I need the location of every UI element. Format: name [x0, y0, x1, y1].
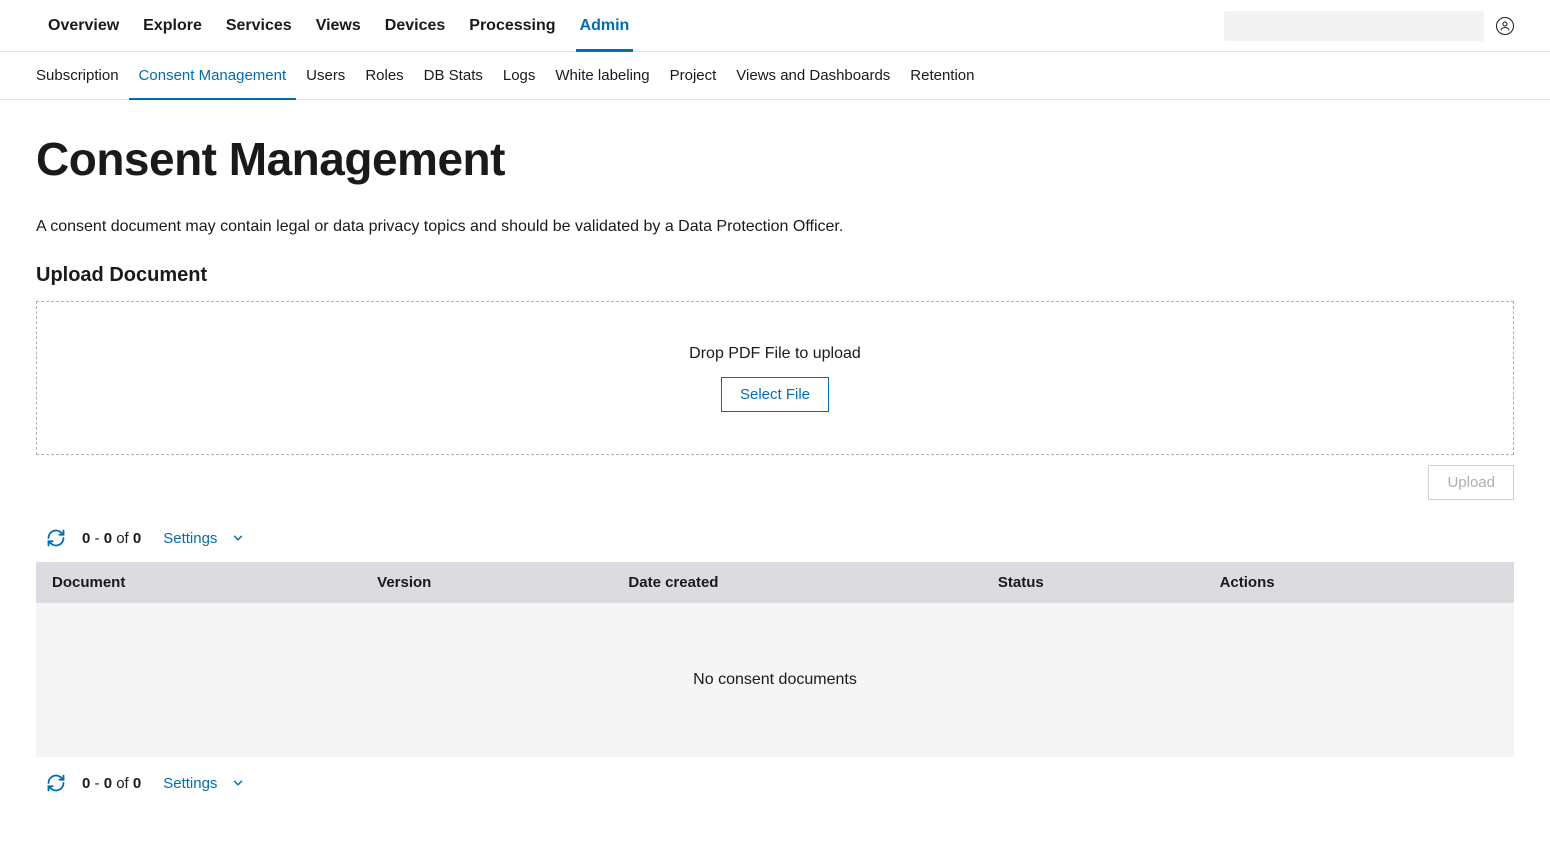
settings-label: Settings — [163, 530, 217, 547]
subnav-project[interactable]: Project — [660, 52, 727, 100]
nav-devices[interactable]: Devices — [373, 0, 458, 52]
col-status: Status — [982, 562, 1204, 603]
dropzone-text: Drop PDF File to upload — [689, 345, 861, 363]
refresh-icon[interactable] — [46, 528, 66, 548]
user-label-redacted — [1224, 11, 1484, 41]
pager-sep: - — [95, 530, 104, 547]
subnav-subscription[interactable]: Subscription — [36, 52, 129, 100]
col-actions: Actions — [1204, 562, 1514, 603]
pager-from: 0 — [82, 775, 90, 792]
pager-of: of — [116, 530, 133, 547]
page-title: Consent Management — [36, 132, 1514, 186]
secondary-nav: Subscription Consent Management Users Ro… — [0, 52, 1550, 100]
col-version: Version — [361, 562, 612, 603]
col-date-created: Date created — [612, 562, 982, 603]
subnav-consent-management[interactable]: Consent Management — [129, 52, 297, 100]
settings-toggle-bottom[interactable]: Settings — [163, 775, 245, 792]
pager-top: 0 - 0 of 0 — [82, 530, 141, 547]
table-controls-top: 0 - 0 of 0 Settings — [36, 520, 1514, 562]
nav-processing[interactable]: Processing — [457, 0, 567, 52]
subnav-roles[interactable]: Roles — [355, 52, 413, 100]
subnav-db-stats[interactable]: DB Stats — [414, 52, 493, 100]
pager-total: 0 — [133, 530, 141, 547]
file-dropzone[interactable]: Drop PDF File to upload Select File — [36, 301, 1514, 455]
settings-label: Settings — [163, 775, 217, 792]
nav-overview[interactable]: Overview — [36, 0, 131, 52]
nav-explore[interactable]: Explore — [131, 0, 214, 52]
nav-services[interactable]: Services — [214, 0, 304, 52]
page-description: A consent document may contain legal or … — [36, 218, 1514, 236]
subnav-users[interactable]: Users — [296, 52, 355, 100]
pager-of: of — [116, 775, 133, 792]
table-controls-bottom: 0 - 0 of 0 Settings — [36, 757, 1514, 807]
table-header: Document Version Date created Status Act… — [36, 562, 1514, 603]
main-content: Consent Management A consent document ma… — [0, 100, 1550, 831]
upload-button[interactable]: Upload — [1428, 465, 1514, 500]
nav-right — [1224, 11, 1514, 41]
select-file-button[interactable]: Select File — [721, 377, 829, 412]
primary-nav: Overview Explore Services Views Devices … — [0, 0, 1550, 52]
nav-admin[interactable]: Admin — [568, 0, 642, 52]
documents-table: Document Version Date created Status Act… — [36, 562, 1514, 757]
col-document: Document — [36, 562, 361, 603]
subnav-white-labeling[interactable]: White labeling — [545, 52, 659, 100]
pager-bottom: 0 - 0 of 0 — [82, 775, 141, 792]
subnav-views-dashboards[interactable]: Views and Dashboards — [726, 52, 900, 100]
pager-total: 0 — [133, 775, 141, 792]
empty-text: No consent documents — [693, 671, 857, 689]
refresh-icon[interactable] — [46, 773, 66, 793]
chevron-down-icon — [231, 531, 245, 545]
nav-views[interactable]: Views — [304, 0, 373, 52]
pager-to: 0 — [104, 775, 112, 792]
pager-to: 0 — [104, 530, 112, 547]
table-empty-body: No consent documents — [36, 603, 1514, 757]
pager-from: 0 — [82, 530, 90, 547]
chevron-down-icon — [231, 776, 245, 790]
subnav-logs[interactable]: Logs — [493, 52, 546, 100]
user-icon[interactable] — [1496, 17, 1514, 35]
upload-heading: Upload Document — [36, 264, 1514, 287]
upload-row: Upload — [36, 465, 1514, 500]
subnav-retention[interactable]: Retention — [900, 52, 984, 100]
settings-toggle-top[interactable]: Settings — [163, 530, 245, 547]
pager-sep: - — [95, 775, 104, 792]
